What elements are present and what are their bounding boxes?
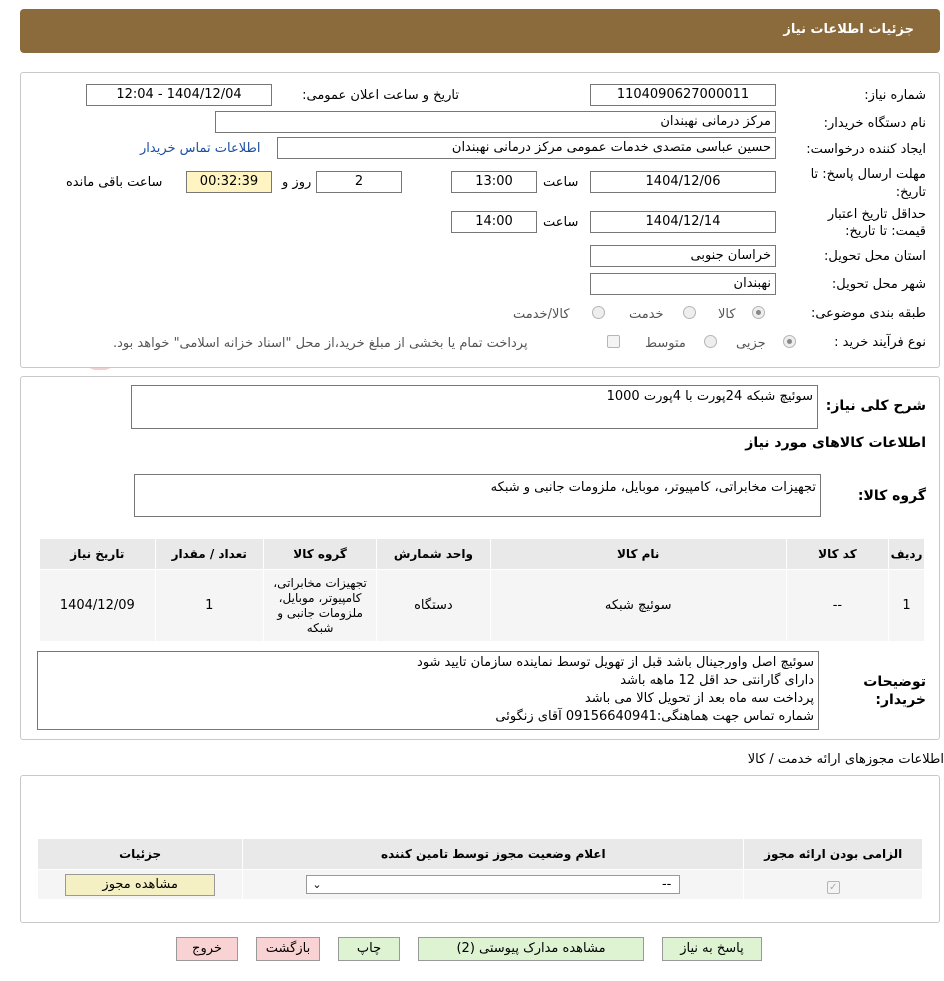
city-field: نهبندان — [590, 273, 776, 295]
goods-section-title: اطلاعات کالاهای مورد نیاز — [745, 435, 926, 451]
validity-label-line2: قیمت: تا تاریخ: — [845, 224, 926, 239]
page-header: جزئيات اطلاعات نياز — [20, 9, 940, 53]
category-option-both: کالا/خدمت — [513, 307, 570, 322]
reply-button[interactable]: پاسخ به نیاز — [662, 937, 762, 961]
category-label: طبقه بندی موضوعی: — [810, 306, 926, 321]
cell-group: تجهیزات مخابراتی، کامپیوتر، موبایل، ملزو… — [262, 569, 378, 642]
buyer-org-label: نام دستگاه خریدار: — [823, 116, 926, 131]
page-title: جزئيات اطلاعات نياز — [783, 22, 914, 37]
goods-table-header: ردیف کد کالا نام کالا واحد شمارش گروه کا… — [39, 538, 925, 570]
days-label: روز و — [282, 175, 312, 190]
validity-date-field: 1404/12/14 — [590, 211, 776, 233]
description-label: شرح کلی نیاز: — [825, 398, 926, 414]
col-date: تاریخ نیاز — [39, 538, 156, 570]
col-permit-details: جزئیات — [36, 838, 244, 870]
announce-field: 1404/12/04 - 12:04 — [86, 84, 272, 106]
deadline-time-field: 13:00 — [451, 171, 537, 193]
cell-date: 1404/12/09 — [39, 569, 156, 642]
validity-time-field: 14:00 — [451, 211, 537, 233]
permits-table: الزامی بودن ارائه مجوز اعلام وضعیت مجوز … — [36, 838, 923, 900]
announce-label: تاریخ و ساعت اعلان عمومی: — [302, 88, 459, 103]
buyer-note-line: دارای گارانتی حد اقل 12 ماهه باشد — [620, 673, 814, 688]
description-textarea[interactable]: سوئیچ شبکه 24پورت با 4پورت 1000 — [131, 385, 818, 429]
view-permit-button[interactable]: مشاهده مجوز — [65, 873, 216, 896]
chevron-down-icon: ⌄ — [312, 878, 322, 891]
permit-status-select[interactable]: ⌄ -- -- — [306, 875, 681, 894]
col-row: ردیف — [888, 538, 925, 570]
col-qty: تعداد / مقدار — [154, 538, 264, 570]
cell-qty: 1 — [154, 569, 264, 642]
category-radio-service[interactable] — [683, 306, 696, 319]
cell-unit: دستگاه — [376, 569, 491, 642]
permits-title: اطلاعات مجوزهای ارائه خدمت / کالا — [747, 752, 944, 767]
col-permit-required: الزامی بودن ارائه مجوز — [743, 838, 923, 870]
goods-table: ردیف کد کالا نام کالا واحد شمارش گروه کا… — [39, 538, 925, 642]
cell-permit-status: ⌄ -- -- — [242, 869, 745, 900]
validity-time-label: ساعت — [543, 215, 579, 230]
process-option-minor: جزیی — [736, 336, 766, 351]
goods-group-label: گروه کالا: — [857, 488, 926, 504]
col-unit: واحد شمارش — [376, 538, 491, 570]
buyer-note-line: شماره تماس جهت هماهنگی:09156640941 آقای … — [495, 709, 814, 724]
buyer-contact-link[interactable]: اطلاعات تماس خریدار — [140, 140, 260, 158]
permits-table-header: الزامی بودن ارائه مجوز اعلام وضعیت مجوز … — [36, 838, 923, 870]
process-radio-minor[interactable] — [783, 335, 796, 348]
col-group: گروه کالا — [262, 538, 378, 570]
deadline-time-label: ساعت — [543, 175, 579, 190]
buyer-note-line: پرداخت سه ماه بعد از تحویل کالا می باشد — [584, 691, 814, 706]
buyer-notes-label-line2: خریدار: — [875, 692, 926, 708]
col-permit-status: اعلام وضعیت مجوز توسط تامین کننده — [242, 838, 745, 870]
treasury-checkbox[interactable] — [607, 335, 620, 348]
attachments-button[interactable]: مشاهده مدارک پیوستی (2) — [418, 937, 644, 961]
remaining-time-field: 00:32:39 — [186, 171, 272, 193]
category-radio-goods[interactable] — [752, 306, 765, 319]
cell-permit-details: مشاهده مجوز — [36, 869, 244, 900]
col-code: کد کالا — [785, 538, 890, 570]
need-number-label: شماره نیاز: — [864, 88, 926, 103]
need-number-field: 1104090627000011 — [590, 84, 776, 106]
permit-required-checkbox: ✓ — [826, 881, 840, 894]
validity-label-line1: حداقل تاریخ اعتبار — [827, 207, 926, 222]
province-label: استان محل تحویل: — [824, 249, 926, 264]
table-row: 1 -- سوئیچ شبکه دستگاه تجهیزات مخابراتی،… — [39, 569, 925, 642]
category-option-service: خدمت — [629, 307, 664, 322]
goods-group-textarea[interactable]: تجهیزات مخابراتی، کامپیوتر، موبایل، ملزو… — [134, 474, 821, 517]
category-option-goods: کالا — [718, 307, 736, 322]
process-label: نوع فرآیند خرید : — [834, 335, 926, 350]
print-button[interactable]: چاپ — [338, 937, 400, 961]
cell-code: -- — [785, 569, 890, 642]
col-name: نام کالا — [489, 538, 787, 570]
category-radio-both[interactable] — [592, 306, 605, 319]
permit-status-value: -- — [661, 877, 672, 892]
days-field: 2 — [316, 171, 402, 193]
buyer-note-line: سوئیچ اصل واورجینال باشد قبل از تهویل تو… — [417, 655, 814, 670]
table-row: ✓ ⌄ -- -- مشاهده مجوز — [36, 869, 923, 900]
requester-label: ایجاد کننده درخواست: — [806, 142, 926, 157]
cell-permit-required: ✓ — [743, 869, 923, 900]
requester-field: حسین عباسی متصدی خدمات عمومی مرکز درمانی… — [277, 137, 776, 159]
cell-name: سوئیچ شبکه — [489, 569, 787, 642]
cell-row: 1 — [888, 569, 925, 642]
buyer-notes-label-line1: توضیحات — [863, 674, 926, 690]
back-button[interactable]: بازگشت — [256, 937, 320, 961]
payment-note: پرداخت تمام یا بخشی از مبلغ خرید،از محل … — [113, 336, 528, 351]
deadline-label-line2: تاریخ: — [895, 185, 926, 200]
city-label: شهر محل تحویل: — [831, 277, 926, 292]
exit-button[interactable]: خروج — [176, 937, 238, 961]
process-option-medium: متوسط — [645, 336, 686, 351]
province-field: خراسان جنوبی — [590, 245, 776, 267]
deadline-label-line1: مهلت ارسال پاسخ: تا — [810, 167, 926, 182]
process-radio-medium[interactable] — [704, 335, 717, 348]
buyer-notes-textarea[interactable]: سوئیچ اصل واورجینال باشد قبل از تهویل تو… — [37, 651, 819, 730]
buyer-org-field: مرکز درمانی نهبندان — [215, 111, 776, 133]
deadline-date-field: 1404/12/06 — [590, 171, 776, 193]
remaining-label: ساعت باقی مانده — [66, 175, 163, 190]
